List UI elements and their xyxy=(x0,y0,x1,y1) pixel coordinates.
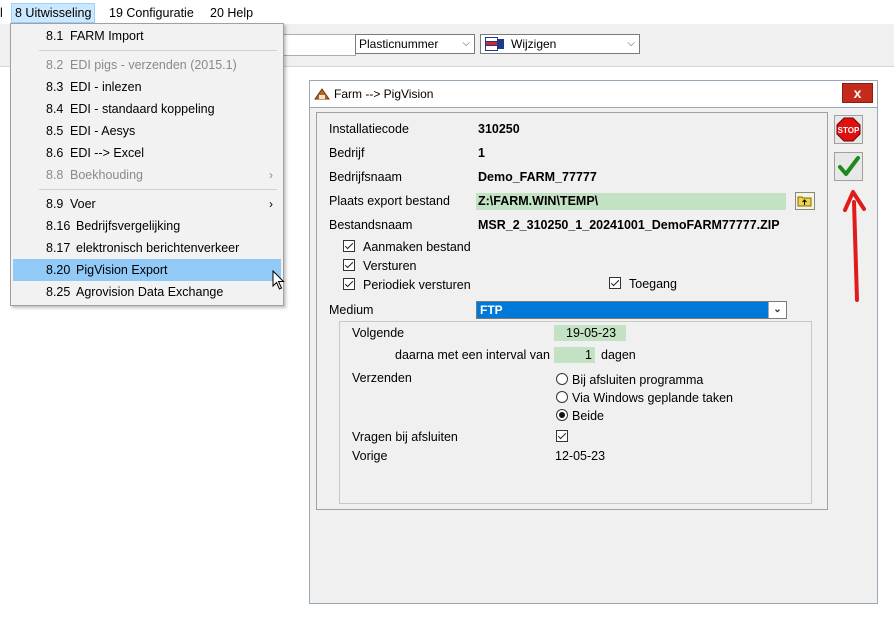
chevron-down-icon: ⌵ xyxy=(462,38,470,49)
bedrijfsnaam-value: Demo_FARM_77777 xyxy=(478,170,597,184)
versturen-label: Versturen xyxy=(363,259,417,273)
chevron-right-icon: › xyxy=(269,197,273,211)
verzenden-label: Verzenden xyxy=(352,371,412,385)
mouse-cursor-icon xyxy=(272,269,286,294)
svg-text:STOP: STOP xyxy=(838,126,860,135)
menu-item-agrovision[interactable]: 8.25 Agrovision Data Exchange xyxy=(13,281,281,303)
action-select[interactable]: Wijzigen ⌵ xyxy=(480,34,640,54)
menu-item-edi-excel[interactable]: 8.6 EDI --> Excel xyxy=(13,142,281,164)
menu-item-edi-pigs: 8.2 EDI pigs - verzenden (2015.1) xyxy=(46,58,237,72)
bedrijf-value: 1 xyxy=(478,146,485,160)
stop-icon: STOP xyxy=(836,117,861,142)
interval-value: 1 xyxy=(585,348,592,362)
toegang-label: Toegang xyxy=(629,277,677,291)
browse-folder-button[interactable] xyxy=(795,192,815,210)
chevron-down-icon: ⌵ xyxy=(627,38,635,49)
medium-select[interactable]: FTP ⌄ xyxy=(476,301,787,319)
menu-item-pigvision-export[interactable]: 8.20 PigVision Export xyxy=(13,259,281,281)
menu-item-edi-aesys[interactable]: 8.5 EDI - Aesys xyxy=(13,120,281,142)
installatiecode-value: 310250 xyxy=(478,122,520,136)
vragen-label: Vragen bij afsluiten xyxy=(352,430,458,444)
menu-configuratie[interactable]: 19 Configuratie xyxy=(109,4,194,22)
field-select-value: Plasticnummer xyxy=(359,37,439,51)
interval-label: daarna met een interval van xyxy=(395,348,550,362)
menu-separator xyxy=(39,189,277,190)
versturen-checkbox[interactable] xyxy=(343,259,355,271)
annotation-arrow-icon xyxy=(843,188,869,307)
volgende-label: Volgende xyxy=(352,326,405,340)
periodiek-checkbox[interactable] xyxy=(343,278,355,290)
menu-item-voer[interactable]: 8.9 Voer › xyxy=(13,193,281,215)
action-select-value: Wijzigen xyxy=(511,37,557,51)
menu-separator xyxy=(39,50,277,51)
radio-bij-afsluiten-label: Bij afsluiten programma xyxy=(572,373,704,387)
interval-field[interactable]: 1 xyxy=(554,347,595,363)
stop-button[interactable]: STOP xyxy=(834,115,863,144)
field-select[interactable]: Plasticnummer ⌵ xyxy=(355,34,475,54)
radio-windows-taken-label: Via Windows geplande taken xyxy=(572,391,733,405)
menu-item-farm-import[interactable]: 8.1 FARM Import xyxy=(13,25,281,47)
menu-item-berichtenverkeer[interactable]: 8.17 elektronisch berichtenverkeer xyxy=(13,237,281,259)
radio-windows-taken[interactable] xyxy=(556,391,568,403)
volgende-value: 19-05-23 xyxy=(566,326,617,340)
vorige-label: Vorige xyxy=(352,449,388,463)
medium-value: FTP xyxy=(480,303,503,317)
menu-item-boekhouding: 8.8 Boekhouding › xyxy=(13,164,281,186)
menu-item-bedrijfsvergelijking[interactable]: 8.16 Bedrijfsvergelijking xyxy=(13,215,281,237)
vorige-value: 12-05-23 xyxy=(555,449,606,463)
vragen-checkbox[interactable] xyxy=(556,430,568,442)
aanmaken-label: Aanmaken bestand xyxy=(363,240,471,254)
close-button[interactable]: x xyxy=(842,83,873,103)
search-input[interactable] xyxy=(283,34,356,56)
uitwisseling-dropdown: 8.1 FARM Import 8.2 EDI pigs - verzenden… xyxy=(10,23,284,306)
medium-label: Medium xyxy=(329,303,374,317)
plaats-field[interactable]: Z:\FARM.WIN\TEMP\ xyxy=(476,193,786,210)
dialog-title: Farm --> PigVision xyxy=(334,87,434,101)
bestandsnaam-value: MSR_2_310250_1_20241001_DemoFARM77777.ZI… xyxy=(478,218,780,232)
confirm-button[interactable] xyxy=(834,152,863,181)
toegang-checkbox[interactable] xyxy=(609,277,621,289)
radio-bij-afsluiten[interactable] xyxy=(556,373,568,385)
menu-uitwisseling[interactable]: 8 Uitwisseling xyxy=(11,3,96,23)
aanmaken-checkbox[interactable] xyxy=(343,240,355,252)
interval-unit: dagen xyxy=(601,348,636,362)
installatiecode-label: Installatiecode xyxy=(329,122,409,136)
checkmark-icon xyxy=(838,156,860,176)
menu-item-edi-inlezen[interactable]: 8.3 EDI - inlezen xyxy=(13,76,281,98)
periodiek-label: Periodiek versturen xyxy=(363,278,471,292)
radio-beide-label: Beide xyxy=(572,409,604,423)
chevron-right-icon: › xyxy=(269,168,273,182)
menu-bar: l 8 Uitwisseling 19 Configuratie 20 Help xyxy=(0,0,894,24)
app-icon xyxy=(314,87,330,104)
menu-stub: l xyxy=(0,6,3,20)
radio-beide[interactable] xyxy=(556,409,568,421)
menu-item-edi-standaard[interactable]: 8.4 EDI - standaard koppeling xyxy=(13,98,281,120)
plaats-value: Z:\FARM.WIN\TEMP\ xyxy=(478,194,599,208)
plaats-label: Plaats export bestand xyxy=(329,194,450,208)
chevron-down-icon[interactable]: ⌄ xyxy=(768,302,786,318)
edit-grid-icon xyxy=(485,37,505,56)
volgende-field[interactable]: 19-05-23 xyxy=(554,325,626,341)
bedrijfsnaam-label: Bedrijfsnaam xyxy=(329,170,402,184)
bedrijf-label: Bedrijf xyxy=(329,146,365,160)
bestandsnaam-label: Bestandsnaam xyxy=(329,218,413,232)
folder-up-icon xyxy=(797,196,812,207)
menu-help[interactable]: 20 Help xyxy=(210,4,253,22)
